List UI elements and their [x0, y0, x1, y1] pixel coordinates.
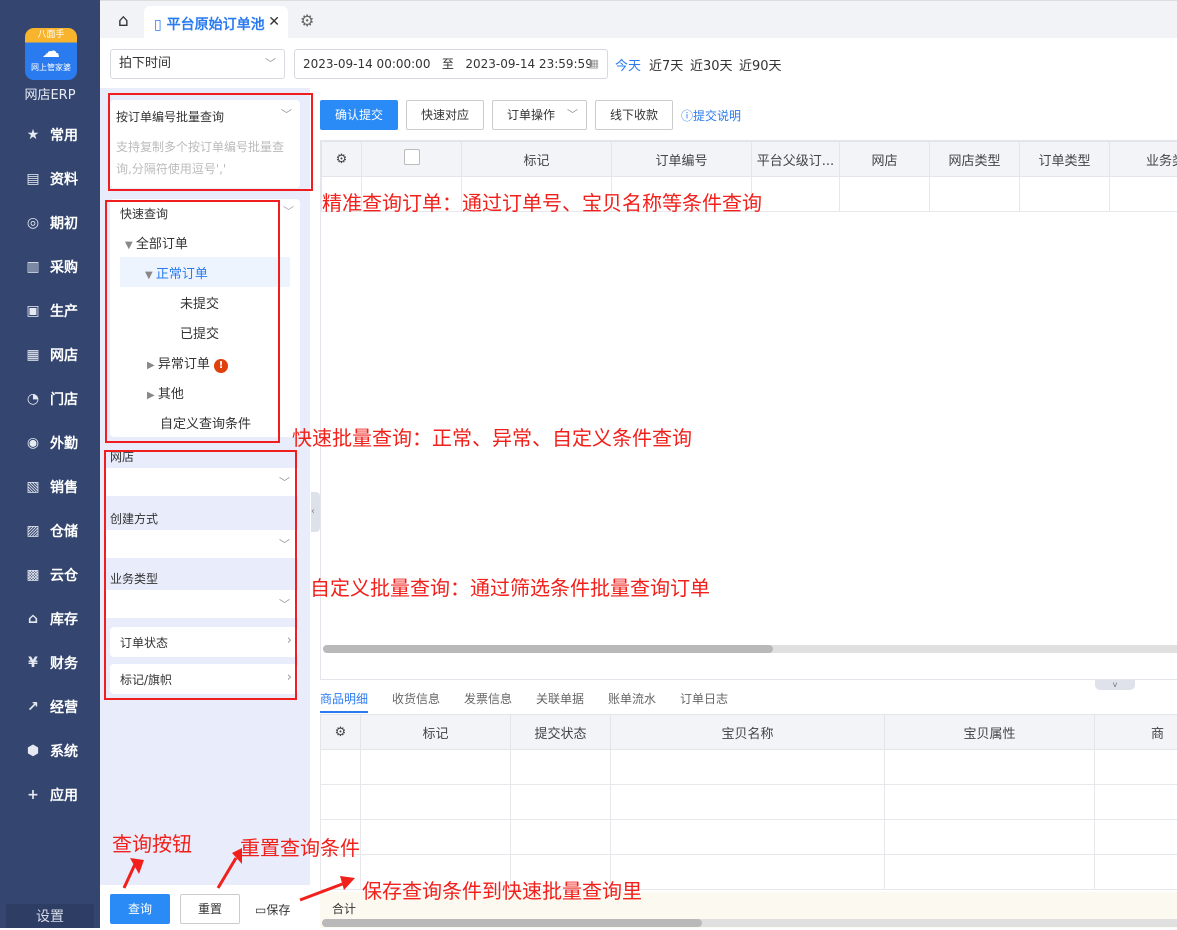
- nav-icon: ▩: [24, 567, 42, 583]
- annotation-box: [105, 200, 280, 443]
- sidebar-item-4[interactable]: ▣生产: [0, 296, 100, 326]
- info-icon: ⓘ: [681, 109, 693, 123]
- sidebar-item-7[interactable]: ◉外勤: [0, 428, 100, 458]
- detail-tab-5[interactable]: 订单日志: [680, 690, 728, 707]
- nav-icon: ▥: [24, 259, 42, 275]
- nav-icon: ▧: [24, 479, 42, 495]
- nav-icon: ◎: [24, 215, 42, 231]
- chevron-down-icon: ﹀: [567, 101, 578, 129]
- quick-7days[interactable]: 近7天: [649, 55, 683, 74]
- confirm-submit-button[interactable]: 确认提交: [320, 100, 398, 130]
- sidebar-item-15[interactable]: +应用: [0, 780, 100, 810]
- col-biz-type[interactable]: 业务类: [1110, 142, 1177, 177]
- annotation-text: 查询按钮: [112, 828, 192, 857]
- quick-30days[interactable]: 近30天: [690, 55, 733, 74]
- annotation-text: 重置查询条件: [240, 832, 360, 861]
- nav-icon: ▤: [24, 171, 42, 187]
- col-submit-status[interactable]: 提交状态: [511, 715, 611, 750]
- nav-icon: ▣: [24, 303, 42, 319]
- calendar-icon: ▦: [589, 50, 599, 78]
- save-button[interactable]: ▭保存: [255, 901, 290, 918]
- brand-name: 网店ERP: [0, 84, 100, 103]
- annotation-box: [108, 93, 313, 191]
- sidebar: 八面手☁网上管家婆 网店ERP ★常用 ▤资料 ◎期初 ▥采购 ▣生产 ▦网店 ◔门店 ◉外勤…: [0, 0, 100, 928]
- col-item-name[interactable]: 宝贝名称: [611, 715, 885, 750]
- grid-settings-icon[interactable]: ⚙: [322, 142, 362, 177]
- sidebar-item-10[interactable]: ▩云仓: [0, 560, 100, 590]
- detail-tab-2[interactable]: 发票信息: [464, 690, 512, 707]
- offline-payment-button[interactable]: 线下收款: [595, 100, 673, 130]
- annotation-text: 精准查询订单：通过订单号、宝贝名称等条件查询: [322, 187, 762, 216]
- col-more[interactable]: 商: [1095, 715, 1177, 750]
- col-order-no[interactable]: 订单编号: [612, 142, 752, 177]
- save-icon: ▭: [255, 903, 266, 917]
- submit-help-link[interactable]: ⓘ提交说明: [681, 107, 741, 124]
- reset-button[interactable]: 重置: [180, 894, 240, 924]
- app-logo: 八面手☁网上管家婆: [25, 28, 77, 80]
- sidebar-item-3[interactable]: ▥采购: [0, 252, 100, 282]
- nav-icon: ◉: [24, 435, 42, 451]
- close-icon[interactable]: ✕: [268, 14, 280, 30]
- col-item-attr[interactable]: 宝贝属性: [885, 715, 1095, 750]
- tab-order-pool[interactable]: ▯ 平台原始订单池✕: [144, 6, 288, 40]
- quick-today[interactable]: 今天: [615, 55, 641, 74]
- tab-bar: ⌂ ▯ 平台原始订单池✕ ⚙: [100, 0, 1177, 38]
- sidebar-item-12[interactable]: ¥财务: [0, 648, 100, 678]
- chevron-down-icon: ﹀: [265, 50, 276, 78]
- detail-tab-4[interactable]: 账单流水: [608, 690, 656, 707]
- nav-icon: +: [24, 787, 42, 803]
- quick-90days[interactable]: 近90天: [739, 55, 782, 74]
- detail-tab-1[interactable]: 收货信息: [392, 690, 440, 707]
- annotation-box: [104, 450, 297, 700]
- nav-icon: ⌂: [24, 611, 42, 627]
- annotation-text: 自定义批量查询：通过筛选条件批量查询订单: [310, 572, 710, 601]
- sidebar-item-14[interactable]: ⬢系统: [0, 736, 100, 766]
- nav-icon: ▨: [24, 523, 42, 539]
- settings-button[interactable]: 设置: [6, 904, 94, 928]
- gear-icon[interactable]: ⚙: [300, 11, 314, 30]
- horizontal-scrollbar[interactable]: [323, 645, 1177, 653]
- time-type-select[interactable]: 拍下时间﹀: [110, 49, 285, 79]
- quick-match-button[interactable]: 快速对应: [406, 100, 484, 130]
- annotation-text: 保存查询条件到快速批量查询里: [362, 875, 642, 904]
- date-range-input[interactable]: 2023-09-14 00:00:00 至 2023-09-14 23:59:5…: [294, 49, 608, 79]
- home-icon[interactable]: ⌂: [118, 11, 129, 31]
- query-button[interactable]: 查询: [110, 894, 170, 924]
- nav-icon: ⬢: [24, 743, 42, 759]
- horizontal-scrollbar[interactable]: [322, 919, 1177, 927]
- detail-settings-icon[interactable]: ⚙: [321, 715, 361, 750]
- sidebar-item-9[interactable]: ▨仓储: [0, 516, 100, 546]
- nav-icon: ▦: [24, 347, 42, 363]
- sidebar-item-6[interactable]: ◔门店: [0, 384, 100, 414]
- sidebar-item-1[interactable]: ▤资料: [0, 164, 100, 194]
- sidebar-item-5[interactable]: ▦网店: [0, 340, 100, 370]
- col-flag[interactable]: 标记: [462, 142, 612, 177]
- document-icon: ▯: [154, 17, 167, 33]
- collapse-panel-handle[interactable]: ‹: [311, 492, 320, 532]
- nav-icon: ↗: [24, 699, 42, 715]
- expand-toggle[interactable]: v: [1095, 680, 1135, 690]
- nav-icon: ★: [24, 127, 42, 143]
- nav-icon: ¥: [24, 655, 42, 671]
- col-parent-order[interactable]: 平台父级订...: [752, 142, 840, 177]
- nav-icon: ◔: [24, 391, 42, 407]
- chevron-down-icon[interactable]: ﹀: [283, 203, 294, 219]
- col-order-type[interactable]: 订单类型: [1020, 142, 1110, 177]
- select-all-checkbox[interactable]: [404, 149, 420, 165]
- sidebar-item-0[interactable]: ★常用: [0, 120, 100, 150]
- col-shop-type[interactable]: 网店类型: [930, 142, 1020, 177]
- sidebar-item-2[interactable]: ◎期初: [0, 208, 100, 238]
- col-shop[interactable]: 网店: [840, 142, 930, 177]
- sidebar-item-13[interactable]: ↗经营: [0, 692, 100, 722]
- detail-tab-3[interactable]: 关联单据: [536, 690, 584, 707]
- annotation-text: 快速批量查询：正常、异常、自定义条件查询: [292, 422, 692, 451]
- sidebar-item-8[interactable]: ▧销售: [0, 472, 100, 502]
- order-ops-dropdown[interactable]: 订单操作﹀: [492, 100, 587, 130]
- sidebar-item-11[interactable]: ⌂库存: [0, 604, 100, 634]
- detail-tab-0[interactable]: 商品明细: [320, 690, 368, 707]
- col-flag[interactable]: 标记: [361, 715, 511, 750]
